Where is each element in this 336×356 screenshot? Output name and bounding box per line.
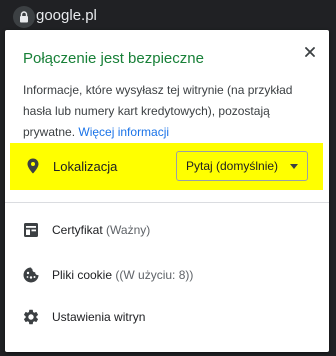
location-permission-select[interactable]: Pytaj (domyślnie) bbox=[176, 151, 308, 181]
cookies-count: ((W użyciu: 8)) bbox=[115, 268, 194, 282]
gear-icon bbox=[23, 309, 39, 325]
lock-icon[interactable] bbox=[13, 6, 35, 28]
site-info-popup: Połączenie jest bezpieczne Informacje, k… bbox=[5, 30, 329, 352]
connection-title: Połączenie jest bezpieczne bbox=[23, 50, 204, 67]
address-bar[interactable]: google.pl bbox=[0, 0, 336, 30]
certificate-icon bbox=[24, 223, 38, 237]
location-label: Lokalizacja bbox=[53, 159, 118, 174]
certificate-status: (Ważny) bbox=[106, 223, 151, 237]
certificate-label: Certyfikat (Ważny) bbox=[52, 223, 151, 237]
site-settings-label: Ustawienia witryn bbox=[52, 310, 146, 324]
url-text[interactable]: google.pl bbox=[36, 7, 97, 25]
certificate-item[interactable]: Certyfikat (Ważny) bbox=[5, 210, 329, 250]
chevron-down-icon bbox=[290, 164, 298, 169]
location-permission-row: Lokalizacja Pytaj (domyślnie) bbox=[10, 143, 323, 190]
divider bbox=[5, 202, 329, 203]
location-select-value: Pytaj (domyślnie) bbox=[186, 159, 279, 173]
close-button[interactable] bbox=[300, 42, 320, 62]
location-pin-icon bbox=[27, 158, 39, 174]
cookie-icon bbox=[23, 267, 39, 283]
cookies-item[interactable]: Pliki cookie ((W użyciu: 8)) bbox=[5, 255, 329, 295]
cookies-label: Pliki cookie ((W użyciu: 8)) bbox=[52, 268, 194, 282]
connection-description: Informacje, które wysyłasz tej witrynie … bbox=[23, 80, 313, 143]
more-info-link[interactable]: Więcej informacji bbox=[78, 125, 169, 139]
close-icon bbox=[305, 47, 315, 57]
site-settings-item[interactable]: Ustawienia witryn bbox=[5, 297, 329, 337]
